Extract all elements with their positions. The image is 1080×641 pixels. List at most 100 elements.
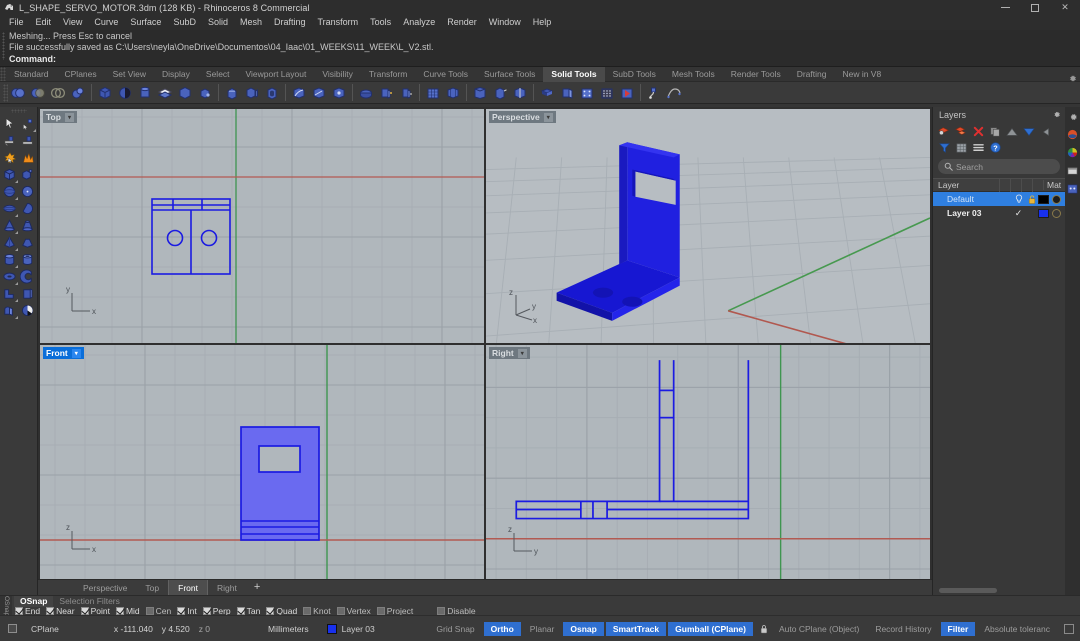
variable-fillet-icon[interactable] [329,83,349,103]
menu-solid[interactable]: Solid [202,15,234,30]
tab-new-in-v8[interactable]: New in V8 [834,67,889,82]
current-layer-label[interactable]: Layer 03 [342,624,375,634]
selection-arrow-icon[interactable] [1,115,18,132]
lightbulb-icon[interactable] [1012,194,1025,204]
gear-icon[interactable] [1066,110,1079,123]
rotate-face-icon[interactable] [490,83,510,103]
extrude-curve-icon[interactable] [1,302,18,319]
boolean-difference-icon[interactable] [28,83,48,103]
move-down-icon[interactable] [1022,125,1036,138]
viewport-label-top[interactable]: Top ▾ [43,111,77,123]
duplicate-layer-icon[interactable] [988,125,1002,138]
explode-icon[interactable] [1,149,18,166]
close-button[interactable]: ✕ [1050,0,1080,15]
sphere-solid-icon[interactable] [1,183,18,200]
viewport-front-chevron-down-icon[interactable]: ▾ [71,348,81,358]
layer-material-default[interactable] [1052,194,1061,204]
units-label[interactable]: Millimeters [268,624,309,634]
toggle-smarttrack[interactable]: SmartTrack [605,621,667,636]
cplane-indicator-icon[interactable] [8,624,17,633]
truncated-pyramid-icon[interactable] [19,234,36,251]
box-corner-icon[interactable] [19,166,36,183]
tab-set-view[interactable]: Set View [105,67,154,82]
mesh-from-surface-icon[interactable] [423,83,443,103]
menu-edit[interactable]: Edit [30,15,58,30]
grid-view-icon[interactable] [954,141,968,154]
maximize-button[interactable] [1020,0,1050,15]
help-icon[interactable]: ? [988,141,1002,154]
viewport-tab-perspective[interactable]: Perspective [74,580,136,595]
menu-mesh[interactable]: Mesh [234,15,268,30]
layer-row-layer-03[interactable]: Layer 03 ✓ [933,206,1065,220]
osnap-vertical-tab[interactable]: OSnap [0,596,12,616]
solid-point-icon[interactable] [195,83,215,103]
merge-icon[interactable] [664,83,684,103]
tab-transform[interactable]: Transform [361,67,415,82]
pipe-icon[interactable] [644,83,664,103]
viewport-top-chevron-down-icon[interactable]: ▾ [64,112,74,122]
extract-surface-icon[interactable] [242,83,262,103]
menu-curve[interactable]: Curve [88,15,124,30]
sphere-center-icon[interactable] [19,183,36,200]
pyramid-icon[interactable] [1,234,18,251]
menu-help[interactable]: Help [527,15,558,30]
collapse-left-icon[interactable] [1039,125,1053,138]
move-up-icon[interactable] [1005,125,1019,138]
solid-union-icon[interactable] [356,83,376,103]
viewport-perspective[interactable]: Perspective ▾ z y x [486,109,930,343]
properties-icon[interactable] [1066,182,1079,195]
copy-object-icon[interactable] [19,132,36,149]
move-object-icon[interactable] [1,132,18,149]
toggle-grid-snap[interactable]: Grid Snap [429,622,481,636]
filter-toggle[interactable]: Filter [940,621,976,636]
boolean-split-icon[interactable] [68,83,88,103]
extrude-surface-icon[interactable] [155,83,175,103]
sphere-cut-icon[interactable] [19,302,36,319]
layers-horizontal-scrollbar[interactable] [933,585,1065,595]
toggle-osnap[interactable]: Osnap [563,621,604,636]
paraboloid-icon[interactable] [19,200,36,217]
absolute-tolerance-label[interactable]: Absolute toleranc [977,622,1057,636]
tab-surface-tools[interactable]: Surface Tools [476,67,543,82]
viewport-tab-right[interactable]: Right [208,580,246,595]
ellipsoid-icon[interactable] [1,200,18,217]
viewport-right-chevron-down-icon[interactable]: ▾ [517,348,527,358]
cplane-label[interactable]: CPlane [24,624,66,634]
tab-viewport-layout[interactable]: Viewport Layout [238,67,315,82]
tab-curve-tools[interactable]: Curve Tools [415,67,476,82]
boolean-union-icon[interactable] [8,83,28,103]
menu-surface[interactable]: Surface [124,15,167,30]
layer-row-default[interactable]: Default [933,192,1065,206]
select-points-icon[interactable] [19,115,36,132]
menu-tools[interactable]: Tools [364,15,397,30]
shell-icon[interactable] [262,83,282,103]
unroll-surface-icon[interactable] [537,83,557,103]
tab-render-tools[interactable]: Render Tools [723,67,789,82]
viewport-label-perspective[interactable]: Perspective ▾ [489,111,556,123]
fillet-edge-icon[interactable] [289,83,309,103]
tab-display[interactable]: Display [154,67,198,82]
render-icon[interactable] [1066,128,1079,141]
cylinder-icon[interactable] [1,251,18,268]
command-prompt-label[interactable]: Command: [0,53,1080,66]
menu-subd[interactable]: SubD [167,15,202,30]
truncated-cone-icon[interactable] [19,217,36,234]
slab-icon[interactable] [19,285,36,302]
menu-render[interactable]: Render [441,15,483,30]
torus-icon[interactable] [1,268,18,285]
menu-window[interactable]: Window [483,15,527,30]
new-sublayer-icon[interactable] [954,125,968,138]
mesh-points-icon[interactable] [597,83,617,103]
offset-solid-icon[interactable] [376,83,396,103]
pipe-round-icon[interactable] [19,268,36,285]
viewport-perspective-chevron-down-icon[interactable]: ▾ [543,112,553,122]
pipe-curve-icon[interactable] [1,285,18,302]
color-wheel-icon[interactable] [1066,146,1079,159]
chamfer-edge-icon[interactable] [309,83,329,103]
tab-visibility[interactable]: Visibility [314,67,361,82]
cap-planar-holes-icon[interactable] [222,83,242,103]
layer-color-swatch-layer-03[interactable] [1038,208,1049,218]
viewport-top[interactable]: Top ▾ y x [40,109,484,343]
tab-mesh-tools[interactable]: Mesh Tools [664,67,723,82]
viewport-tab-top[interactable]: Top [136,580,168,595]
